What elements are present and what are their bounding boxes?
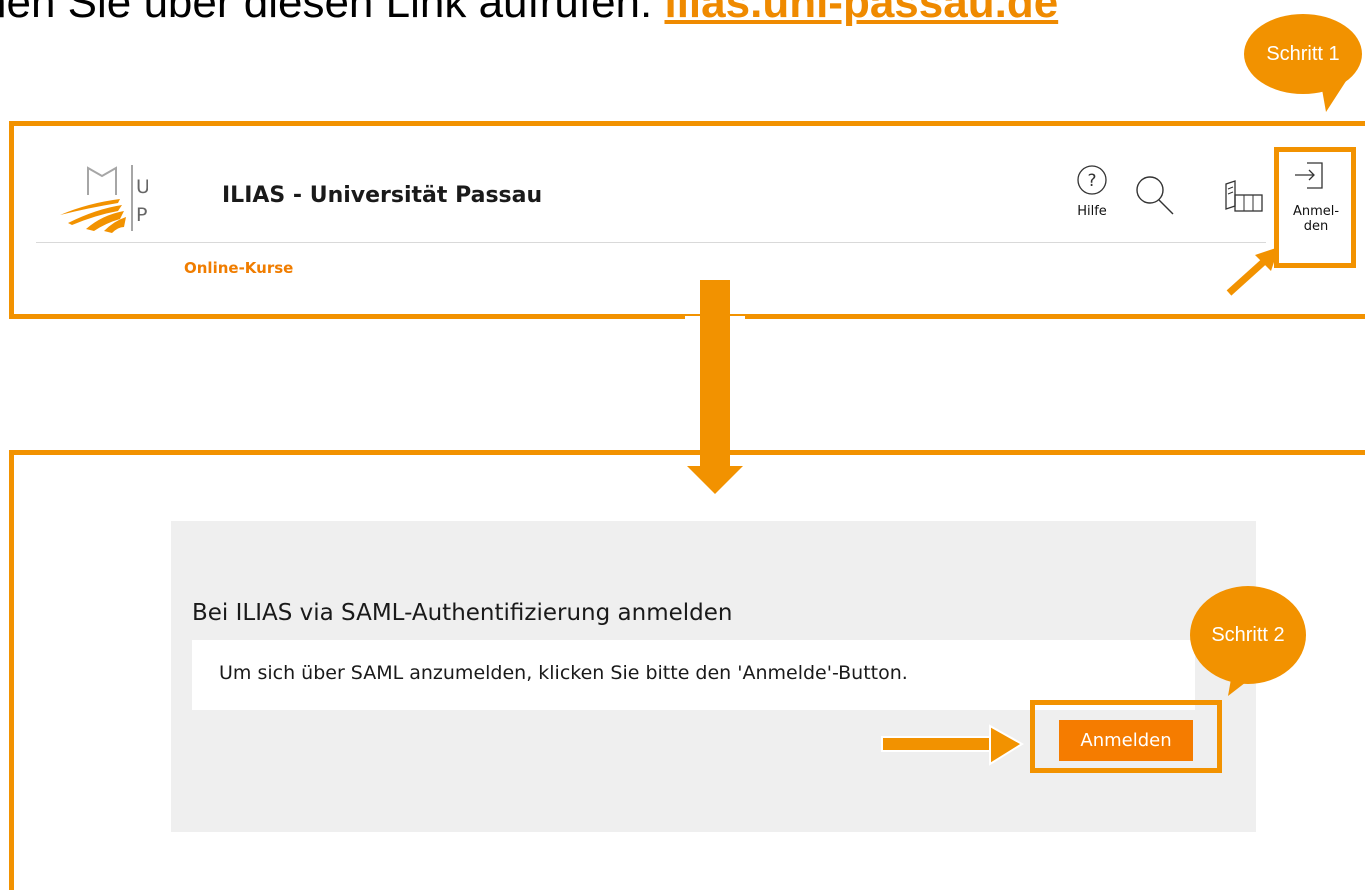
callout-step-1-label: Schritt 1 (1244, 14, 1362, 94)
logo-letter-p: P (136, 204, 147, 226)
instruction-prefix: hen Sie über diesen Link aufrufen: (0, 0, 665, 27)
nav-item-online-kurse[interactable]: Online-Kurse (184, 259, 293, 277)
pointer-arrow-icon (1226, 247, 1279, 296)
search-icon[interactable] (1133, 173, 1177, 217)
logo-letter-u: U (136, 176, 148, 198)
pointer-right-arrow-icon (881, 724, 1024, 766)
help-button[interactable]: ? Hilfe (1068, 164, 1116, 219)
login-button-highlight-box (1030, 700, 1222, 773)
login-message: Um sich über SAML anzumelden, klicken Si… (219, 662, 908, 684)
help-icon: ? (1077, 165, 1107, 195)
university-logo-icon: U P (60, 165, 150, 233)
help-label: Hilfe (1077, 204, 1107, 219)
callout-step-2-label: Schritt 2 (1190, 586, 1306, 684)
down-arrow-icon (685, 280, 745, 494)
page-title: ILIAS - Universität Passau (222, 183, 543, 208)
logo[interactable]: U P (58, 163, 150, 239)
login-highlight-box (1274, 147, 1356, 268)
ilias-link[interactable]: ilias.uni-passau.de (664, 0, 1058, 27)
header-divider (36, 242, 1266, 243)
svg-text:?: ? (1087, 171, 1096, 191)
login-form-heading: Bei ILIAS via SAML-Authentifizierung anm… (192, 600, 733, 626)
map-icon[interactable] (1223, 180, 1265, 216)
instruction-text: hen Sie über diesen Link aufrufen: ilias… (0, 0, 1058, 28)
